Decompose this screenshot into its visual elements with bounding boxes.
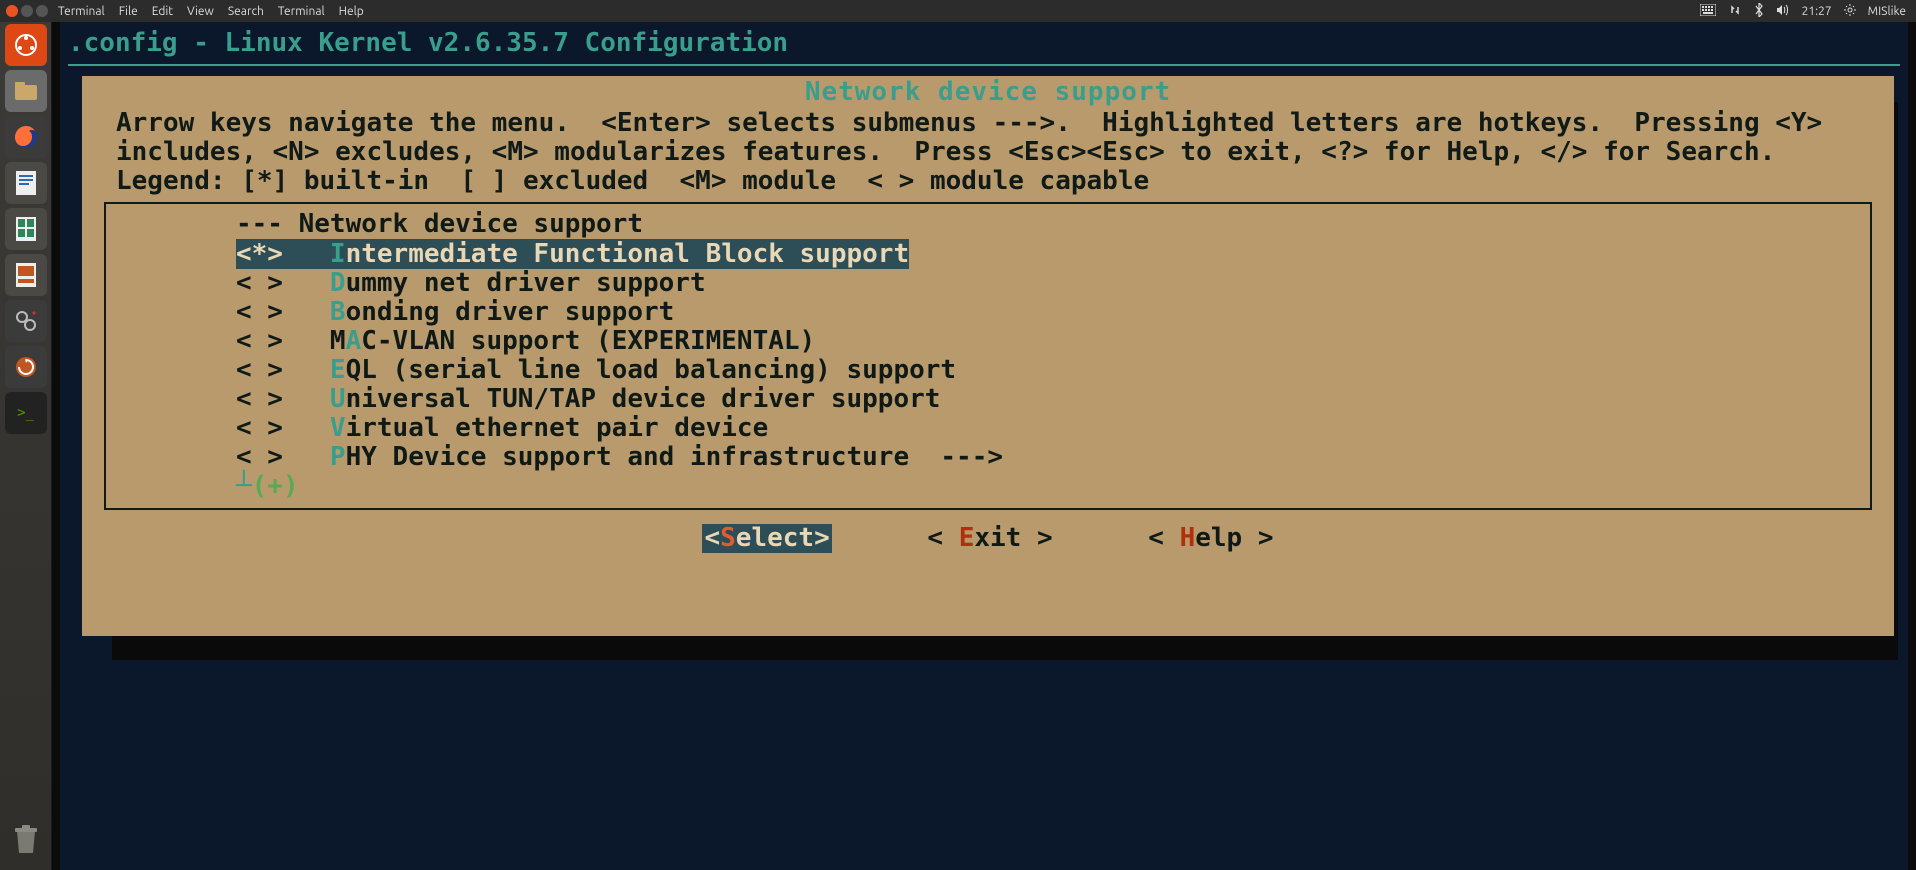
menubar: Terminal File Edit View Search Terminal … [0, 0, 1916, 22]
maximize-icon[interactable] [36, 5, 48, 17]
launcher-impress-icon[interactable] [5, 254, 47, 296]
menu-help[interactable]: Help [339, 5, 364, 18]
menu-item[interactable]: < > Dummy net driver support [106, 269, 1870, 298]
user-label[interactable]: MISlike [1868, 5, 1906, 18]
menu-section-header: --- Network device support [106, 210, 1870, 239]
menu-file[interactable]: File [119, 5, 138, 18]
launcher: >_ [0, 0, 52, 870]
menu-item[interactable]: < > EQL (serial line load balancing) sup… [106, 356, 1870, 385]
menuconfig-panel: Network device support Arrow keys naviga… [82, 76, 1894, 636]
keyboard-icon[interactable] [1700, 4, 1716, 19]
select-button[interactable]: <Select> [702, 524, 831, 553]
bluetooth-icon[interactable] [1754, 3, 1764, 20]
help-button[interactable]: < Help > [1148, 524, 1273, 553]
launcher-writer-icon[interactable] [5, 162, 47, 204]
launcher-dash-icon[interactable] [5, 24, 47, 66]
launcher-files-icon[interactable] [5, 70, 47, 112]
menu-terminal[interactable]: Terminal [58, 5, 105, 18]
launcher-calc-icon[interactable] [5, 208, 47, 250]
launcher-terminal-icon[interactable]: >_ [5, 392, 47, 434]
gear-icon[interactable] [1844, 4, 1856, 19]
terminal-window: .config - Linux Kernel v2.6.35.7 Configu… [52, 22, 1916, 870]
menu-item[interactable]: < > Bonding driver support [106, 298, 1870, 327]
title-rule [68, 64, 1900, 66]
menu-item[interactable]: <*> Intermediate Functional Block suppor… [106, 240, 1870, 269]
more-below-indicator: ┴(+) [106, 472, 1870, 501]
launcher-update-icon[interactable] [5, 346, 47, 388]
menu-item[interactable]: < > Virtual ethernet pair device [106, 414, 1870, 443]
menu-terminal2[interactable]: Terminal [278, 5, 325, 18]
menu-edit[interactable]: Edit [152, 5, 173, 18]
menubar-right: 21:27 MISlike [1700, 3, 1916, 20]
menu-item[interactable]: < > PHY Device support and infrastructur… [106, 443, 1870, 472]
close-icon[interactable] [6, 5, 18, 17]
exit-button[interactable]: < Exit > [927, 524, 1052, 553]
launcher-firefox-icon[interactable] [5, 116, 47, 158]
menu-item[interactable]: < > MAC-VLAN support (EXPERIMENTAL) [106, 327, 1870, 356]
network-icon[interactable] [1728, 3, 1742, 20]
menu-list[interactable]: --- Network device support<*> Intermedia… [104, 202, 1872, 509]
menu-search[interactable]: Search [228, 5, 264, 18]
clock[interactable]: 21:27 [1802, 5, 1832, 18]
window-buttons [6, 5, 48, 17]
menu-view[interactable]: View [187, 5, 214, 18]
button-row: <Select> < Exit > < Help > [82, 510, 1894, 555]
launcher-trash-icon[interactable] [5, 818, 47, 860]
minimize-icon[interactable] [21, 5, 33, 17]
panel-help-text: Arrow keys navigate the menu. <Enter> se… [82, 107, 1894, 198]
menu-item[interactable]: < > Universal TUN/TAP device driver supp… [106, 385, 1870, 414]
app-title: .config - Linux Kernel v2.6.35.7 Configu… [60, 22, 1908, 60]
sound-icon[interactable] [1776, 4, 1790, 19]
launcher-settings-icon[interactable] [5, 300, 47, 342]
panel-title: Network device support [82, 76, 1894, 107]
